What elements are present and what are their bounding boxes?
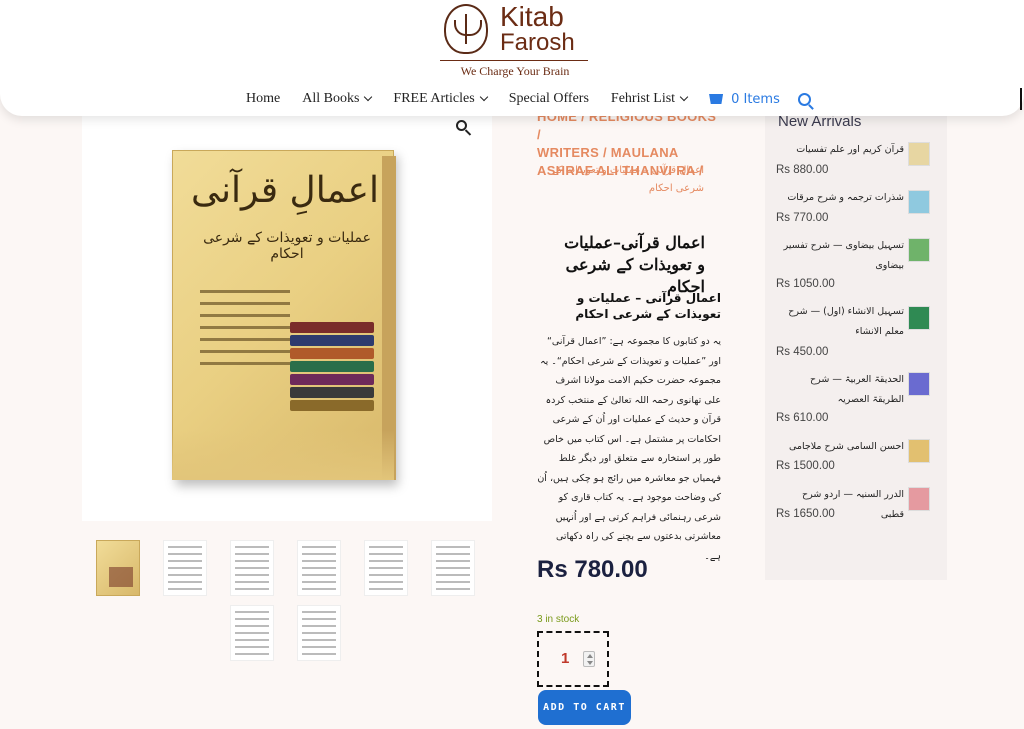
sidebar-product-price: Rs 1650.00 <box>776 508 835 520</box>
sidebar-product-thumbnail[interactable] <box>908 439 930 463</box>
sidebar-product-name[interactable]: قرآن کریم اور علم تفسیات <box>776 140 904 160</box>
sidebar-product-thumbnail[interactable] <box>908 372 930 396</box>
sidebar-product-price: Rs 770.00 <box>776 212 829 224</box>
cart-link[interactable]: 0 Items <box>709 92 780 107</box>
nav-all-books[interactable]: All Books <box>302 91 373 107</box>
product-subtitle: اعمال قرآنی – عملیات و تعویذات کے شرعی ا… <box>575 291 721 321</box>
thumbnail-1[interactable] <box>96 540 140 596</box>
product-description: یہ دو کتابوں کا مجموعہ ہے: ”اعمال قرآنی“… <box>537 336 721 562</box>
sidebar-product-price: Rs 610.00 <box>776 412 829 424</box>
nav-free-articles-label: FREE Articles <box>393 91 475 106</box>
nav-home-label: Home <box>246 91 281 106</box>
sidebar-product-name[interactable]: تسہیل بیضاوی — شرح تفسیر بیضاوی <box>776 236 904 276</box>
breadcrumb-current: اعمال قرآنی – عملیات و تعویذات کے شرعی ا… <box>551 165 704 194</box>
thumbnail-3[interactable] <box>230 540 274 596</box>
nav-fehrist-list[interactable]: Fehrist List <box>610 91 689 107</box>
logo-text-kitab: Kitab <box>500 1 564 32</box>
sidebar-product-price: Rs 880.00 <box>776 164 829 176</box>
thumbnail-5[interactable] <box>364 540 408 596</box>
thumbnail-7[interactable] <box>230 605 274 661</box>
main-nav: Home All Books FREE Articles Special Off… <box>246 88 811 110</box>
nav-home[interactable]: Home <box>246 91 280 107</box>
thumbnail-4[interactable] <box>297 540 341 596</box>
spinner-arrows-icon[interactable] <box>583 651 595 667</box>
logo-text-farosh: Farosh <box>500 29 575 56</box>
book-cover-bottom-band <box>172 430 394 480</box>
brain-pen-logo-icon <box>444 4 488 54</box>
sidebar-product-name[interactable]: الحدیقۃ العربیۃ — شرح الطریقۃ العصریہ <box>776 370 904 410</box>
stock-status: 3 in stock <box>537 614 580 625</box>
sidebar-product-thumbnail[interactable] <box>908 306 930 330</box>
chevron-down-icon <box>679 92 689 102</box>
cart-icon <box>709 94 724 104</box>
book-cover-title: اعمالِ قرآنی <box>191 170 379 211</box>
cart-count: 0 Items <box>731 91 780 107</box>
sidebar-product-price: Rs 1050.00 <box>776 278 835 290</box>
search-icon[interactable] <box>797 92 811 106</box>
nav-special-offers-label: Special Offers <box>508 91 589 106</box>
sidebar-product-thumbnail[interactable] <box>908 238 930 262</box>
book-cover-subtitle: عملیات و تعویذات کے شرعی احکام <box>203 230 371 262</box>
thumbnail-2[interactable] <box>163 540 207 596</box>
thumbnail-6[interactable] <box>431 540 475 596</box>
text-cursor <box>1020 88 1022 110</box>
quantity-stepper[interactable]: 1 <box>537 631 609 687</box>
sidebar-product-thumbnail[interactable] <box>908 190 930 214</box>
sidebar-product-price: Rs 450.00 <box>776 346 829 358</box>
logo-divider <box>440 60 588 61</box>
nav-fehrist-list-label: Fehrist List <box>610 91 676 106</box>
product-title: اعمال قرآنی–عملیات و تعویذات کے شرعی احک… <box>564 233 705 296</box>
sidebar-product-name[interactable]: تسہیل الانشاء (اول) — شرح معلم الانشاء <box>776 302 904 342</box>
site-header: Kitab Farosh We Charge Your Brain Home A… <box>0 0 1024 116</box>
nav-all-books-label: All Books <box>302 91 360 106</box>
book-stack-illustration <box>290 322 374 418</box>
thumbnail-8[interactable] <box>297 605 341 661</box>
logo-tagline: We Charge Your Brain <box>460 64 570 78</box>
sidebar-product-name[interactable]: شذرات ترجمہ و شرح مرقات <box>776 188 904 208</box>
zoom-button[interactable] <box>453 117 475 139</box>
sidebar-product-thumbnail[interactable] <box>908 487 930 511</box>
chevron-down-icon <box>479 92 488 102</box>
nav-special-offers[interactable]: Special Offers <box>509 91 589 107</box>
nav-free-articles[interactable]: FREE Articles <box>393 91 488 107</box>
chevron-down-icon <box>364 92 373 102</box>
add-to-cart-button[interactable]: ADD TO CART <box>538 690 631 725</box>
book-cover-text-lines <box>200 290 290 374</box>
sidebar-product-name[interactable]: احسن السامی شرح ملاجامی <box>776 437 904 457</box>
product-price: Rs 780.00 <box>537 556 648 583</box>
quantity-value[interactable]: 1 <box>561 650 569 667</box>
site-logo[interactable]: Kitab Farosh We Charge Your Brain <box>440 2 590 80</box>
sidebar-product-price: Rs 1500.00 <box>776 460 835 472</box>
breadcrumb-line-2[interactable]: WRITERS / MAULANA <box>537 144 717 162</box>
sidebar-product-thumbnail[interactable] <box>908 142 930 166</box>
